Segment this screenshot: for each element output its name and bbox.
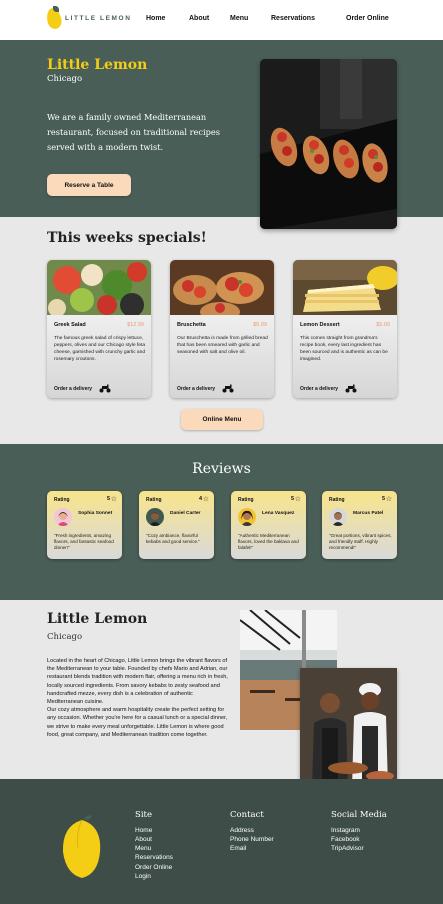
delivery-scooter-icon — [99, 384, 111, 393]
review-quote: "Cozy ambiance, flavorful kebabs and goo… — [146, 533, 200, 544]
rating-label: Rating — [146, 497, 162, 503]
footer-link-about[interactable]: About — [135, 835, 152, 844]
review-card: Rating 5 ☆ Marcus Patel "Great portions,… — [322, 491, 397, 559]
special-card-lemon-dessert[interactable]: Lemon Dessert $5.00 This comes straight … — [293, 260, 397, 398]
hero-subtitle: Chicago — [47, 74, 83, 84]
review-quote: "Great portions, vibrant spices, and fri… — [329, 533, 392, 550]
footer-link-home[interactable]: Home — [135, 826, 152, 835]
special-card-greek-salad[interactable]: Greek Salad $12.99 The famous greek sala… — [47, 260, 151, 398]
footer-link-email[interactable]: Email — [230, 844, 246, 853]
review-card: Rating 5 ☆ Lena Vasquez "Authentic Medit… — [231, 491, 306, 559]
lemon-dessert-image — [293, 260, 397, 315]
footer-link-tripadvisor[interactable]: TripAdvisor — [331, 844, 364, 853]
footer-link-menu[interactable]: Menu — [135, 844, 151, 853]
avatar — [238, 508, 256, 526]
special-card-bruschetta[interactable]: Bruschetta $5.99 Our Bruschetta is made … — [170, 260, 274, 398]
special-price: $12.99 — [127, 322, 144, 328]
about-subtitle: Chicago — [47, 632, 83, 642]
top-nav: LITTLE LEMON Home About Menu Reservation… — [0, 0, 443, 40]
special-name: Greek Salad — [54, 322, 86, 328]
reviewer-name: Marcus Patel — [353, 511, 384, 516]
footer-site-heading: Site — [135, 810, 152, 820]
special-name: Bruschetta — [177, 322, 206, 328]
star-icon: ☆ — [202, 496, 209, 503]
about-title: Little Lemon — [47, 611, 148, 627]
reviewer-name: Daniel Carter — [170, 511, 201, 516]
avatar — [146, 508, 164, 526]
reserve-table-button[interactable]: Reserve a Table — [47, 174, 131, 196]
nav-link-about[interactable]: About — [189, 15, 209, 22]
order-delivery-link[interactable]: Order a delivery — [54, 386, 92, 392]
hero-title: Little Lemon — [47, 57, 148, 73]
lemon-logo-icon — [62, 815, 101, 878]
order-delivery-link[interactable]: Order a delivery — [300, 386, 338, 392]
chefs-cooking-image — [300, 668, 397, 788]
footer-link-address[interactable]: Address — [230, 826, 254, 835]
reviewer-name: Sophia Sonnet — [78, 511, 113, 516]
rating-score: 5 — [290, 496, 294, 502]
special-description: This comes straight from grandma's recip… — [300, 336, 388, 362]
nav-link-menu[interactable]: Menu — [230, 15, 248, 22]
rating-label: Rating — [329, 497, 345, 503]
special-price: $5.99 — [253, 322, 267, 328]
reviewer-name: Lena Vasquez — [262, 511, 295, 516]
delivery-scooter-icon — [345, 384, 357, 393]
footer-contact-heading: Contact — [230, 810, 264, 820]
hero-description: We are a family owned Mediterranean rest… — [47, 112, 220, 152]
special-description: Our Bruschetta is made from grilled brea… — [177, 336, 268, 355]
star-icon: ☆ — [385, 496, 392, 503]
nav-link-home[interactable]: Home — [146, 15, 165, 22]
footer-link-phone[interactable]: Phone Number — [230, 835, 274, 844]
star-icon: ☆ — [294, 496, 301, 503]
star-icon: ☆ — [110, 496, 117, 503]
leaf-icon — [53, 6, 59, 12]
greek-salad-image — [47, 260, 151, 315]
review-quote: "Authentic Mediterranean flavors, loved … — [238, 533, 299, 550]
footer-link-facebook[interactable]: Facebook — [331, 835, 360, 844]
rating-score: 4 — [198, 496, 202, 502]
review-card: Rating 4 ☆ Daniel Carter "Cozy ambiance,… — [139, 491, 214, 559]
reviews-title: Reviews — [192, 461, 251, 477]
footer-link-login[interactable]: Login — [135, 872, 151, 881]
special-description: The famous greek salad of crispy lettuce… — [54, 336, 146, 362]
about-description: Located in the heart of Chicago, Little … — [47, 658, 228, 738]
rating-label: Rating — [54, 497, 70, 503]
footer-link-instagram[interactable]: Instagram — [331, 826, 360, 835]
review-card: Rating 5 ☆ Sophia Sonnet "Fresh ingredie… — [47, 491, 122, 559]
footer-link-order-online[interactable]: Order Online — [135, 863, 172, 872]
footer-link-reservations[interactable]: Reservations — [135, 853, 173, 862]
avatar — [329, 508, 347, 526]
nav-link-reservations[interactable]: Reservations — [271, 15, 315, 22]
bruschetta-image — [170, 260, 274, 315]
nav-link-order-online[interactable]: Order Online — [346, 15, 389, 22]
footer-social-heading: Social Media — [331, 810, 387, 820]
special-name: Lemon Dessert — [300, 322, 340, 328]
special-price: $5.00 — [376, 322, 390, 328]
little-lemon-logo[interactable]: LITTLE LEMON — [44, 6, 132, 31]
rating-score: 5 — [106, 496, 110, 502]
delivery-scooter-icon — [222, 384, 234, 393]
online-menu-button[interactable]: Online Menu — [181, 409, 263, 430]
logo-text: LITTLE LEMON — [65, 15, 132, 22]
rating-score: 5 — [381, 496, 385, 502]
specials-title: This weeks specials! — [47, 230, 207, 246]
review-quote: "Fresh ingredients, amazing flavors, and… — [54, 533, 114, 550]
order-delivery-link[interactable]: Order a delivery — [177, 386, 215, 392]
avatar — [54, 508, 72, 526]
hero-image-bruschetta-platter — [260, 59, 397, 229]
rating-label: Rating — [238, 497, 254, 503]
